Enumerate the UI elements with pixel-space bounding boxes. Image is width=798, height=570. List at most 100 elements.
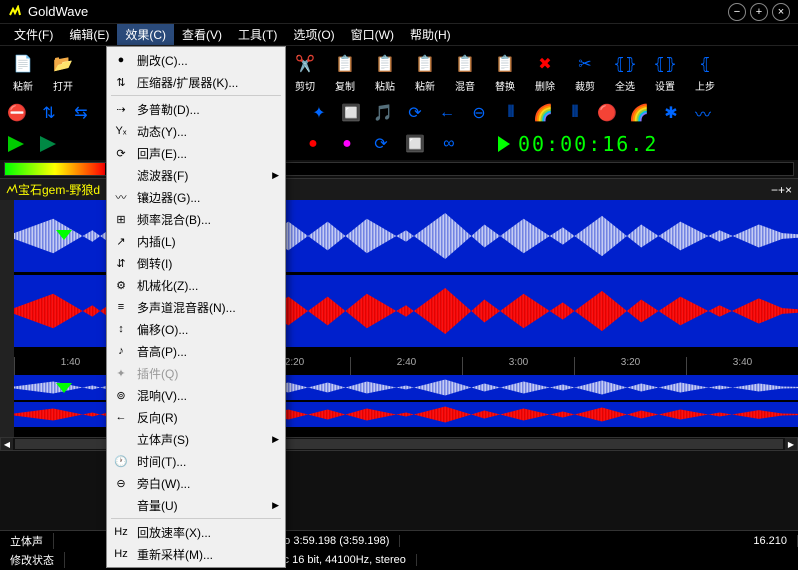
menu-item-flanger[interactable]: 〰镶边器(G)... — [107, 186, 285, 208]
doc-minimize-button[interactable]: − — [771, 183, 778, 197]
maximize-button[interactable]: + — [750, 3, 768, 21]
fx5-icon[interactable]: ← — [434, 100, 460, 126]
menu-item-invert[interactable]: ⇵倒转(I) — [107, 252, 285, 274]
wave-icon[interactable]: 〰 — [690, 100, 716, 126]
marker-icon[interactable]: 🔲 — [402, 131, 428, 157]
menu-tool[interactable]: 工具(T) — [230, 24, 285, 45]
copy-button[interactable]: 📋复制 — [326, 50, 364, 94]
time-play-icon — [498, 136, 510, 152]
menu-item-voiceover[interactable]: ⊖旁白(W)... — [107, 472, 285, 494]
eq-icon[interactable]: ⫴ — [498, 100, 524, 126]
menu-item-mechanize[interactable]: ⚙机械化(Z)... — [107, 274, 285, 296]
mix-button[interactable]: 📋混音 — [446, 50, 484, 94]
menu-item-volume[interactable]: 音量(U)▶ — [107, 494, 285, 516]
menu-item-offset[interactable]: ↕偏移(O)... — [107, 318, 285, 340]
rainbow-icon[interactable]: 🌈 — [626, 100, 652, 126]
delete-icon: ✖ — [533, 52, 557, 76]
menu-item-resample[interactable]: Hz重新采样(M)... — [107, 543, 285, 565]
open-icon: 📂 — [51, 52, 75, 76]
menu-item-plugin: ✦插件(Q) — [107, 362, 285, 384]
menu-item-freqblend[interactable]: ⊞频率混合(B)... — [107, 208, 285, 230]
set-button[interactable]: ⦃⦄设置 — [646, 50, 684, 94]
waveform-gutter — [0, 200, 14, 375]
menu-item-playrate[interactable]: Hz回放速率(X)... — [107, 521, 285, 543]
menu-file[interactable]: 文件(F) — [6, 24, 61, 45]
visual-icon[interactable]: ⦀ — [562, 100, 588, 126]
status-stereo: 立体声 — [0, 533, 54, 549]
color-icon[interactable]: 🔴 — [594, 100, 620, 126]
new-button[interactable]: 📄粘新 — [4, 50, 42, 94]
doc-close-button[interactable]: × — [785, 183, 792, 197]
app-title: GoldWave — [28, 4, 724, 19]
fx3-icon[interactable]: 🎵 — [370, 100, 396, 126]
play-button[interactable] — [4, 132, 28, 156]
scroll-right-button[interactable]: ▶ — [785, 438, 797, 450]
menu-item-dynamics[interactable]: Yₓ动态(Y)... — [107, 120, 285, 142]
delete-button[interactable]: ✖删除 — [526, 50, 564, 94]
dynamics-icon: Yₓ — [111, 125, 131, 137]
interpolate-icon: ↗ — [111, 235, 131, 248]
prev-button[interactable]: ⦃上步 — [686, 50, 724, 94]
doc-icon — [6, 184, 18, 196]
spectrum-icon[interactable]: 🌈 — [530, 100, 556, 126]
paste-button[interactable]: 📋粘贴 — [366, 50, 404, 94]
replace-icon: 📋 — [493, 52, 517, 76]
selall-button[interactable]: ⦃⦄全选 — [606, 50, 644, 94]
stop-icon[interactable]: ⛔ — [4, 100, 30, 126]
cut-button[interactable]: ✂️剪切 — [286, 50, 324, 94]
compressor-icon: ⇅ — [111, 76, 131, 89]
star-icon[interactable]: ✱ — [658, 100, 684, 126]
arrows-icon[interactable]: ⇆ — [68, 100, 94, 126]
time-icon: 🕐 — [111, 455, 131, 468]
freqblend-icon: ⊞ — [111, 213, 131, 226]
menu-item-multimixer[interactable]: ≡多声道混音器(N)... — [107, 296, 285, 318]
scroll-left-button[interactable]: ◀ — [1, 438, 13, 450]
menu-item-filter[interactable]: 滤波器(F)▶ — [107, 164, 285, 186]
menu-help[interactable]: 帮助(H) — [402, 24, 459, 45]
minimize-button[interactable]: − — [728, 3, 746, 21]
plugin-icon: ✦ — [111, 367, 131, 380]
fx1-icon[interactable]: ✦ — [306, 100, 332, 126]
submenu-arrow-icon: ▶ — [272, 170, 279, 181]
play-cursor[interactable] — [56, 230, 72, 240]
doc-maximize-button[interactable]: + — [778, 183, 785, 197]
fx6-icon[interactable]: ⊖ — [466, 100, 492, 126]
trim-button[interactable]: ✂裁剪 — [566, 50, 604, 94]
menu-item-compressor[interactable]: ⇅压缩器/扩展器(K)... — [107, 71, 285, 93]
overview-gutter — [0, 375, 14, 437]
fx2-icon[interactable]: 🔲 — [338, 100, 364, 126]
replace-button[interactable]: 📋替换 — [486, 50, 524, 94]
menu-item-reverb[interactable]: ⊚混响(V)... — [107, 384, 285, 406]
menu-item-reverse[interactable]: ←反向(R) — [107, 406, 285, 428]
menu-item-echo[interactable]: ⟳回声(E)... — [107, 142, 285, 164]
paste-icon: 📋 — [373, 52, 397, 76]
status-format: lec 16 bit, 44100Hz, stereo — [265, 554, 417, 566]
fx4-icon[interactable]: ⟳ — [402, 100, 428, 126]
link-icon[interactable]: ∞ — [436, 131, 462, 157]
menu-options[interactable]: 选项(O) — [285, 24, 342, 45]
record-button[interactable]: ● — [300, 131, 326, 157]
menu-effect[interactable]: 效果(C) — [117, 24, 174, 45]
menu-window[interactable]: 窗口(W) — [343, 24, 402, 45]
swap-icon[interactable]: ⇅ — [36, 100, 62, 126]
reverb-icon: ⊚ — [111, 389, 131, 402]
prev-icon: ⦃ — [693, 52, 717, 76]
status-position: 16.210 — [743, 535, 798, 547]
open-button[interactable]: 📂打开 — [44, 50, 82, 94]
menu-view[interactable]: 查看(V) — [174, 24, 230, 45]
menu-item-time[interactable]: 🕐时间(T)... — [107, 450, 285, 472]
menu-item-censor[interactable]: ●删改(C)... — [107, 49, 285, 71]
menu-item-interpolate[interactable]: ↗内插(L) — [107, 230, 285, 252]
pastenew-button[interactable]: 📋粘新 — [406, 50, 444, 94]
rec2-icon[interactable]: ● — [334, 131, 360, 157]
overview-cursor[interactable] — [56, 383, 72, 393]
menu-item-doppler[interactable]: ⇢多普勒(D)... — [107, 98, 285, 120]
menu-item-stereo[interactable]: 立体声(S)▶ — [107, 428, 285, 450]
menu-item-pitch[interactable]: ♪音高(P)... — [107, 340, 285, 362]
submenu-arrow-icon: ▶ — [272, 500, 279, 511]
effect-menu-dropdown: ●删改(C)... ⇅压缩器/扩展器(K)... ⇢多普勒(D)... Yₓ动态… — [106, 46, 286, 568]
play2-button[interactable] — [36, 132, 60, 156]
menu-edit[interactable]: 编辑(E) — [61, 24, 117, 45]
close-button[interactable]: × — [772, 3, 790, 21]
loop-icon[interactable]: ⟳ — [368, 131, 394, 157]
